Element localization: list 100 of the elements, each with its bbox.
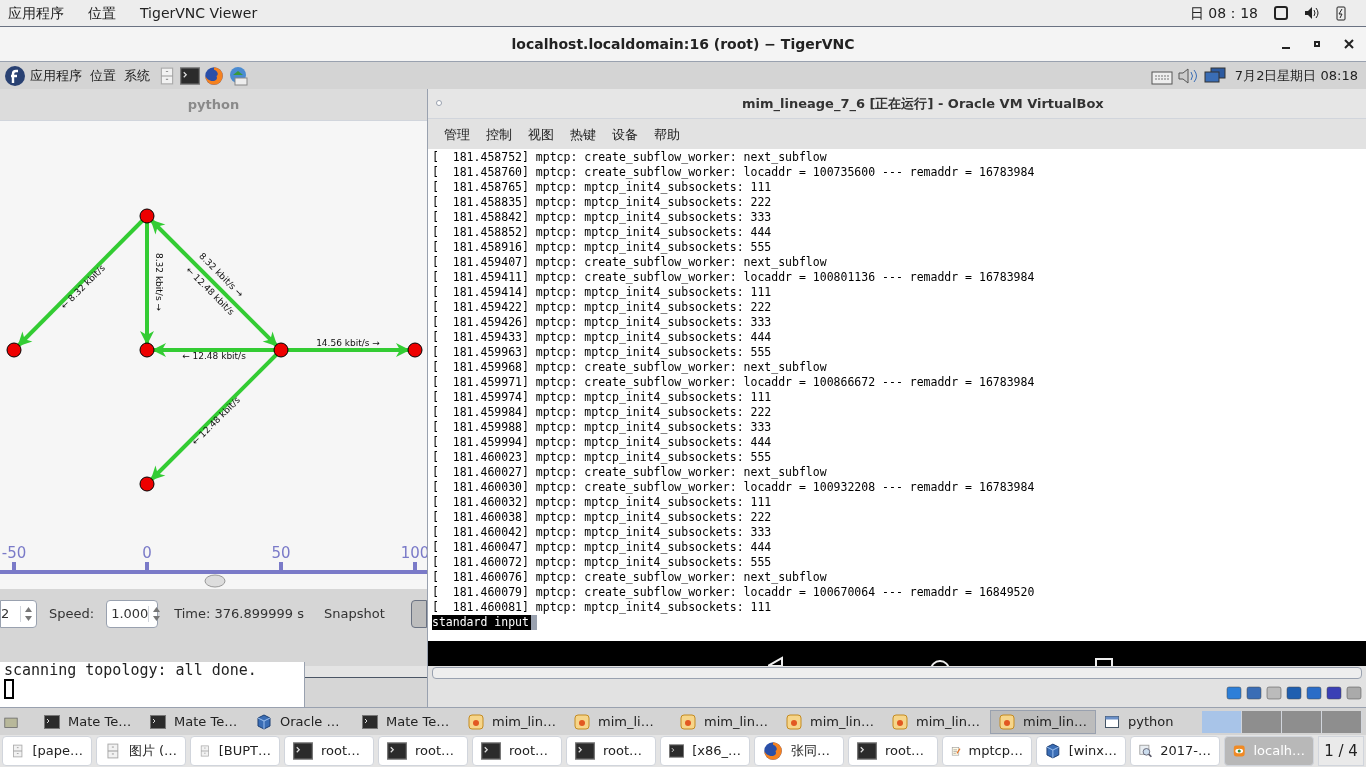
vm-icon	[999, 713, 1015, 730]
console-line: [ 181.459411] mptcp: create_subflow_worker: locaddr = 100801136 --- remaddr = 16783984	[432, 269, 1035, 285]
menu-item[interactable]: 视图	[528, 125, 554, 145]
maximize-icon[interactable]	[1314, 41, 1320, 47]
cube-icon	[256, 713, 272, 730]
console-line: [ 181.459407] mptcp: create_subflow_worker: next_subflow	[432, 254, 827, 270]
console-line: [ 181.460072] mptcp: mptcp_init4_subsockets: 555	[432, 554, 772, 570]
window-list-item[interactable]: Mate Te…	[354, 709, 460, 734]
firefox-icon	[763, 741, 783, 761]
taskbar-item[interactable]: root…	[284, 736, 374, 766]
terminal-icon	[293, 741, 313, 761]
console-line: [ 181.459971] mptcp: create_subflow_worker: locaddr = 100866672 --- remaddr = 16783984	[432, 374, 1035, 390]
vm-icon	[786, 713, 802, 730]
console-line: [ 181.460023] mptcp: mptcp_init4_subsockets: 555	[432, 449, 772, 465]
console-line: [ 181.460027] mptcp: create_subflow_worker: next_subflow	[432, 464, 827, 480]
edge-label: 14.56 kbit/s →	[316, 338, 380, 348]
console-line: [ 181.458760] mptcp: create_subflow_worker: locaddr = 100735600 --- remaddr = 16783984	[432, 164, 1035, 180]
vm-icon	[468, 713, 484, 730]
menu-item[interactable]: 设备	[612, 125, 638, 145]
menu-item[interactable]: 位置	[90, 65, 116, 86]
window-title: python	[187, 95, 240, 114]
cabinet-icon	[158, 66, 176, 85]
menu-item[interactable]: 控制	[486, 125, 512, 145]
window-list-item[interactable]: Mate Te…	[142, 709, 248, 734]
close-icon[interactable]	[1344, 39, 1354, 49]
console-line: [ 181.458916] mptcp: mptcp_init4_subsockets: 555	[432, 239, 772, 255]
battery-icon[interactable]	[1336, 5, 1346, 21]
window-list-item[interactable]: Oracle …	[248, 709, 354, 734]
console-line: [ 181.460076] mptcp: create_subflow_worker: next_subflow	[432, 569, 827, 585]
window-title: localhost.localdomain:16 (root) − TigerVNC	[511, 34, 855, 54]
taskbar-item[interactable]: 张同…	[754, 736, 844, 766]
window-icon[interactable]	[1274, 6, 1288, 20]
taskbar-item[interactable]: 图片 (…	[96, 736, 186, 766]
network-icon[interactable]	[1202, 66, 1227, 85]
taskbar-item[interactable]: [x86_…	[660, 736, 750, 766]
time-label: Time: 376.899999 s	[174, 605, 304, 624]
slider-handle[interactable]	[204, 574, 226, 588]
menu-item[interactable]: TigerVNC Viewer	[140, 2, 258, 24]
taskbar-item[interactable]: root…	[378, 736, 468, 766]
window-list-item[interactable]: mim_li…	[566, 709, 672, 734]
edge-label: 8.32 kbit/s →	[154, 253, 164, 311]
cabinet-icon	[11, 741, 25, 761]
status-device-icon[interactable]	[1246, 685, 1262, 701]
play-button[interactable]	[411, 600, 427, 628]
taskbar-item[interactable]: root…	[472, 736, 562, 766]
window-list-item[interactable]: mim_lin…	[884, 709, 990, 734]
axis-tick-label: 0	[142, 544, 152, 562]
menu-item[interactable]: 位置	[88, 2, 116, 24]
window-list-item[interactable]: mim_lin…	[460, 709, 566, 734]
scrollbar[interactable]	[432, 667, 1362, 680]
status-device-icon[interactable]	[1286, 685, 1302, 701]
status-device-icon[interactable]	[1326, 685, 1342, 701]
taskbar-item[interactable]: mptcp…	[942, 736, 1032, 766]
taskbar-item[interactable]: [winx…	[1036, 736, 1126, 766]
menu-item[interactable]: 系统	[124, 65, 150, 86]
menu-item[interactable]: 应用程序	[8, 2, 64, 24]
console-line: [ 181.459433] mptcp: mptcp_init4_subsockets: 444	[432, 329, 772, 345]
workspace-cell[interactable]	[1202, 710, 1242, 733]
fedora-logo-icon[interactable]	[4, 64, 26, 87]
console-text: scanning topology: all done.	[4, 662, 258, 679]
menu-item[interactable]: 应用程序	[30, 65, 82, 86]
step-spinbox[interactable]: 2	[0, 600, 37, 628]
workspace-cell[interactable]	[1242, 710, 1282, 733]
graph-node	[139, 476, 155, 492]
firefox-icon	[204, 65, 224, 86]
terminal-icon	[575, 741, 595, 761]
vm-icon	[892, 713, 908, 730]
terminal-icon	[180, 65, 200, 86]
window-list-item[interactable]: mim_lin…	[778, 709, 884, 734]
taskbar-item[interactable]: root…	[848, 736, 938, 766]
graph-node	[139, 342, 155, 358]
clock[interactable]: 日 08：18	[1189, 2, 1258, 24]
status-device-icon[interactable]	[1306, 685, 1322, 701]
window-list-item[interactable]: mim_lin…	[990, 709, 1096, 734]
workspace-indicator[interactable]: 1 / 4	[1318, 736, 1364, 766]
workspace-cell[interactable]	[1282, 710, 1322, 733]
terminal-icon	[669, 741, 685, 761]
menu-item[interactable]: 热键	[570, 125, 596, 145]
terminal-icon	[150, 713, 166, 730]
volume-icon[interactable]	[1304, 6, 1320, 20]
mail-globe-icon[interactable]	[228, 65, 248, 86]
window-list-item[interactable]: python	[1096, 709, 1202, 734]
speed-spinbox[interactable]: 1.000	[106, 600, 159, 628]
edge-label: ← 12.48 kbit/s	[182, 351, 246, 361]
console-line: [ 181.459984] mptcp: mptcp_init4_subsockets: 222	[432, 404, 772, 420]
workspace-cell[interactable]	[1322, 710, 1362, 733]
window-list-item[interactable]: Mate Te…	[36, 709, 142, 734]
console-line: [ 181.460081] mptcp: mptcp_init4_subsockets: 111	[432, 599, 772, 615]
clock[interactable]: 7月2日星期日 08:18	[1234, 65, 1358, 86]
snapshot-label: Snapshot	[323, 605, 385, 624]
menu-item[interactable]: 管理	[444, 125, 470, 145]
taskbar-item[interactable]: root…	[566, 736, 656, 766]
status-device-icon[interactable]	[1226, 685, 1242, 701]
console-line: [ 181.459968] mptcp: create_subflow_worker: next_subflow	[432, 359, 827, 375]
window-list-item[interactable]: mim_lin…	[672, 709, 778, 734]
taskbar-item[interactable]: [pape…	[2, 736, 92, 766]
scrollbar[interactable]	[305, 666, 427, 678]
taskbar-item[interactable]: [BUPT…	[190, 736, 280, 766]
menu-item[interactable]: 帮助	[654, 125, 680, 145]
taskbar-item[interactable]: 2017-…	[1130, 736, 1220, 766]
